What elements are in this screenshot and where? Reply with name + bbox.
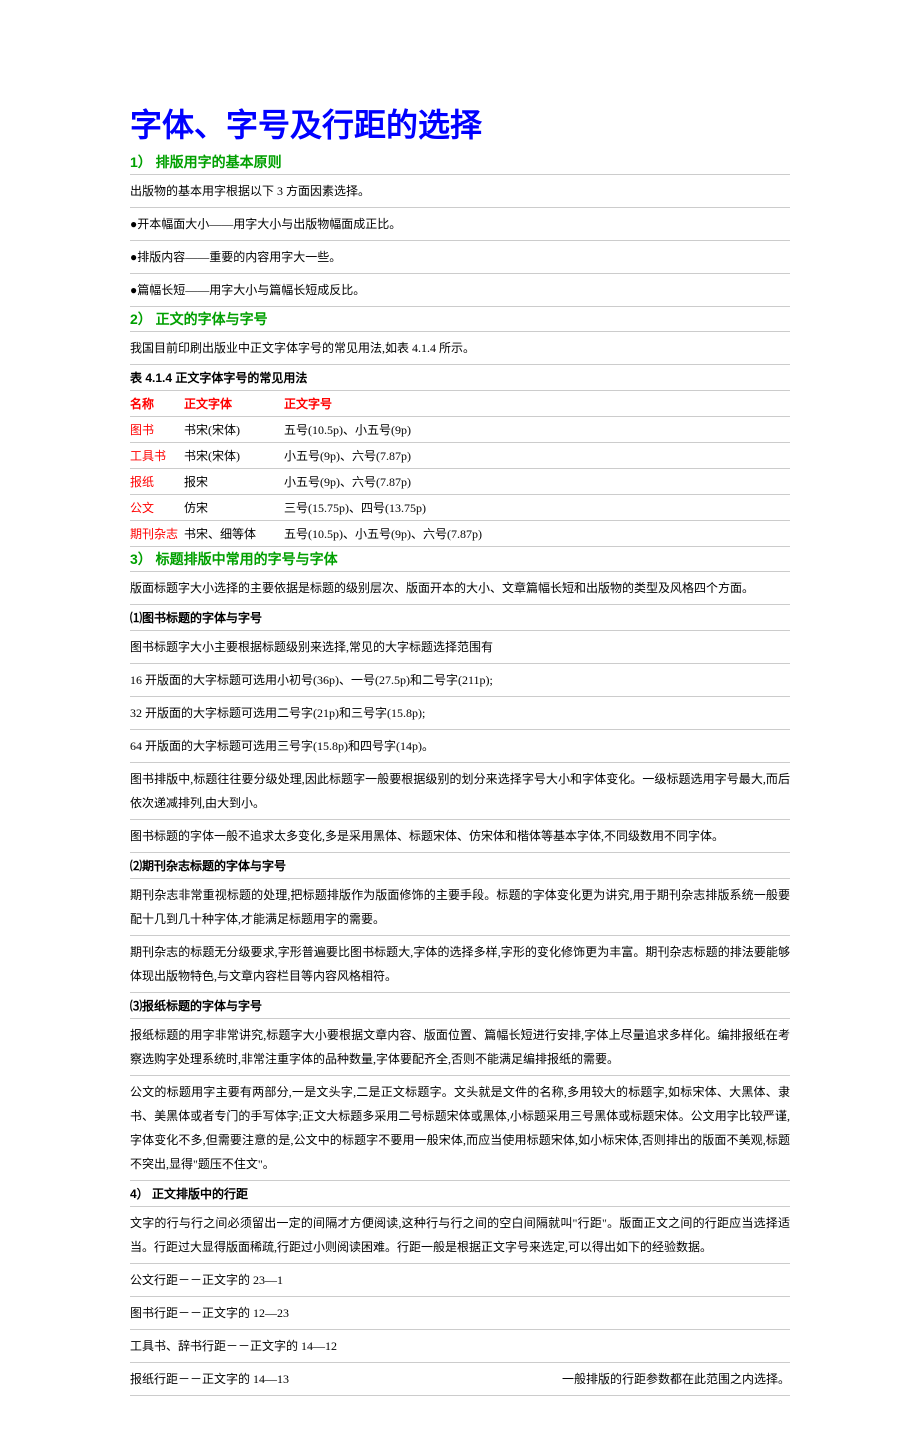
cell-size: 五号(10.5p)、小五号(9p)、六号(7.87p) <box>284 525 790 542</box>
section-4-intro: 文字的行与行之间必须留出一定的间隔才方便阅读,这种行与行之间的空白间隔就叫"行距… <box>130 1207 790 1264</box>
section-3-heading: 3） 标题排版中常用的字号与字体 <box>130 547 790 572</box>
section-1-heading: 1） 排版用字的基本原则 <box>130 150 790 175</box>
cell-font: 报宋 <box>184 473 284 490</box>
section-4-heading: 4） 正文排版中的行距 <box>130 1181 790 1207</box>
para: 16 开版面的大字标题可选用小初号(36p)、一号(27.5p)和二号字(211… <box>130 664 790 697</box>
para: 64 开版面的大字标题可选用三号字(15.8p)和四号字(14p)。 <box>130 730 790 763</box>
section-2-intro: 我国目前印刷出版业中正文字体字号的常见用法,如表 4.1.4 所示。 <box>130 332 790 365</box>
bullet-2: ●排版内容——重要的内容用字大一些。 <box>130 241 790 274</box>
bullet-1: ●开本幅面大小——用字大小与出版物幅面成正比。 <box>130 208 790 241</box>
line-spacing-4: 报纸行距－－正文字的 14—13 一般排版的行距参数都在此范围之内选择。 <box>130 1363 790 1396</box>
table-row: 图书 书宋(宋体) 五号(10.5p)、小五号(9p) <box>130 417 790 443</box>
th-size: 正文字号 <box>284 395 790 412</box>
section-1-intro: 出版物的基本用字根据以下 3 方面因素选择。 <box>130 175 790 208</box>
line-spacing-1: 公文行距－－正文字的 23—1 <box>130 1264 790 1297</box>
para: 图书标题字大小主要根据标题级别来选择,常见的大字标题选择范围有 <box>130 631 790 664</box>
table-row: 报纸 报宋 小五号(9p)、六号(7.87p) <box>130 469 790 495</box>
table-row: 公文 仿宋 三号(15.75p)、四号(13.75p) <box>130 495 790 521</box>
cell-name: 期刊杂志 <box>130 525 184 542</box>
table-row: 期刊杂志 书宋、细等体 五号(10.5p)、小五号(9p)、六号(7.87p) <box>130 521 790 547</box>
para: 期刊杂志非常重视标题的处理,把标题排版作为版面修饰的主要手段。标题的字体变化更为… <box>130 879 790 936</box>
cell-size: 五号(10.5p)、小五号(9p) <box>284 421 790 438</box>
cell-name: 工具书 <box>130 447 184 464</box>
subsection-3-2-heading: ⑵期刊杂志标题的字体与字号 <box>130 853 790 879</box>
cell-font: 书宋(宋体) <box>184 447 284 464</box>
cell-size: 小五号(9p)、六号(7.87p) <box>284 473 790 490</box>
para: 公文的标题用字主要有两部分,一是文头字,二是正文标题字。文头就是文件的名称,多用… <box>130 1076 790 1181</box>
para: 32 开版面的大字标题可选用二号字(21p)和三号字(15.8p); <box>130 697 790 730</box>
para: 图书标题的字体一般不追求太多变化,多是采用黑体、标题宋体、仿宋体和楷体等基本字体… <box>130 820 790 853</box>
document-title: 字体、字号及行距的选择 <box>130 100 790 146</box>
line-spacing-3: 工具书、辞书行距－－正文字的 14—12 <box>130 1330 790 1363</box>
para: 报纸标题的用字非常讲究,标题字大小要根据文章内容、版面位置、篇幅长短进行安排,字… <box>130 1019 790 1076</box>
subsection-3-1-heading: ⑴图书标题的字体与字号 <box>130 605 790 631</box>
cell-font: 书宋(宋体) <box>184 421 284 438</box>
cell-font: 书宋、细等体 <box>184 525 284 542</box>
th-font: 正文字体 <box>184 395 284 412</box>
line-spacing-4-note: 一般排版的行距参数都在此范围之内选择。 <box>562 1367 790 1391</box>
table-row: 工具书 书宋(宋体) 小五号(9p)、六号(7.87p) <box>130 443 790 469</box>
cell-size: 小五号(9p)、六号(7.87p) <box>284 447 790 464</box>
cell-name: 图书 <box>130 421 184 438</box>
subsection-3-3-heading: ⑶报纸标题的字体与字号 <box>130 993 790 1019</box>
bullet-3: ●篇幅长短——用字大小与篇幅长短成反比。 <box>130 274 790 307</box>
table-caption: 表 4.1.4 正文字体字号的常见用法 <box>130 365 790 391</box>
th-name: 名称 <box>130 395 184 412</box>
cell-font: 仿宋 <box>184 499 284 516</box>
cell-size: 三号(15.75p)、四号(13.75p) <box>284 499 790 516</box>
section-2-heading: 2） 正文的字体与字号 <box>130 307 790 332</box>
section-3-intro: 版面标题字大小选择的主要依据是标题的级别层次、版面开本的大小、文章篇幅长短和出版… <box>130 572 790 605</box>
table-header: 名称 正文字体 正文字号 <box>130 391 790 417</box>
cell-name: 公文 <box>130 499 184 516</box>
line-spacing-4-left: 报纸行距－－正文字的 14—13 <box>130 1367 289 1391</box>
cell-name: 报纸 <box>130 473 184 490</box>
para: 期刊杂志的标题无分级要求,字形普遍要比图书标题大,字体的选择多样,字形的变化修饰… <box>130 936 790 993</box>
para: 图书排版中,标题往往要分级处理,因此标题字一般要根据级别的划分来选择字号大小和字… <box>130 763 790 820</box>
